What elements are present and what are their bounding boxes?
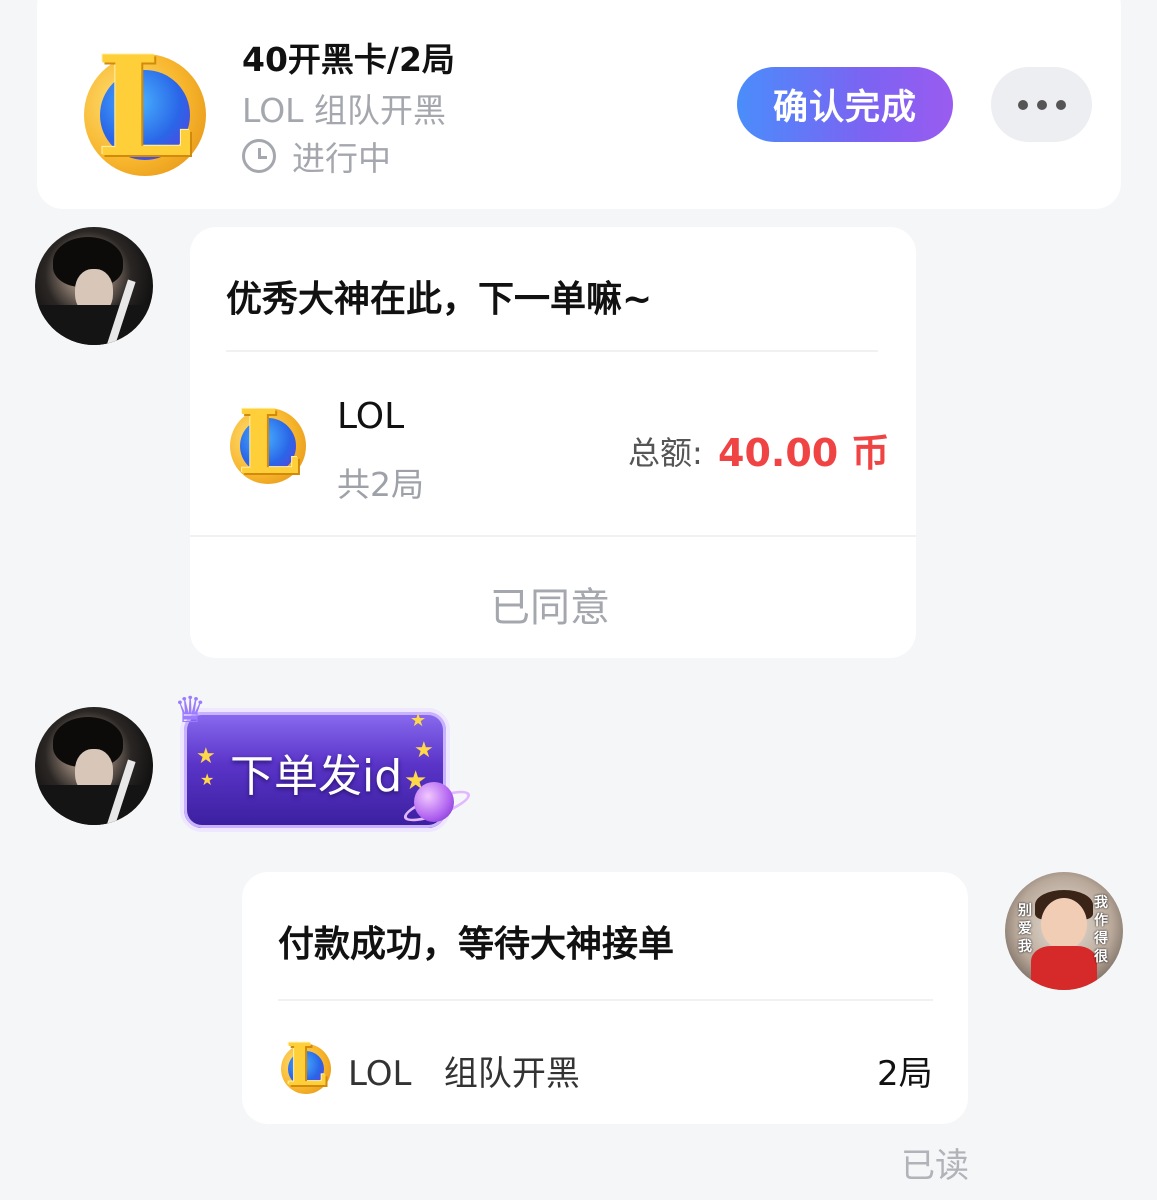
- clock-icon: [242, 139, 276, 173]
- total-label: 总额:: [628, 434, 703, 472]
- divider: [226, 350, 878, 352]
- planet-icon: [414, 782, 454, 822]
- payment-message-text: 付款成功，等待大神接单: [278, 924, 675, 965]
- sticker-text: 下单发id: [230, 751, 403, 802]
- lol-game-icon: L: [280, 1036, 334, 1094]
- payment-rounds: 2局: [877, 1054, 933, 1094]
- my-avatar[interactable]: 别爱我 我作得很: [1005, 872, 1123, 990]
- total-amount: 40.00 币: [718, 431, 890, 475]
- star-icon: ★: [414, 738, 434, 763]
- divider: [278, 999, 933, 1001]
- divider: [190, 535, 916, 537]
- confirm-complete-button[interactable]: 确认完成: [737, 67, 953, 142]
- god-avatar[interactable]: [35, 707, 153, 825]
- order-title: 40开黑卡/2局: [242, 40, 455, 79]
- more-dots-icon: [1017, 99, 1066, 110]
- more-options-button[interactable]: [991, 67, 1092, 142]
- avatar-caption-left: 别爱我: [1018, 903, 1032, 955]
- god-avatar[interactable]: [35, 227, 153, 345]
- lol-game-icon: L: [80, 38, 210, 176]
- invite-message-text: 优秀大神在此，下一单嘛~: [226, 279, 653, 320]
- crown-icon: ♛: [174, 690, 207, 731]
- order-game-category: LOL 组队开黑: [242, 91, 447, 130]
- star-icon: ★: [196, 744, 216, 769]
- read-status: 已读: [901, 1146, 969, 1186]
- star-icon: ★: [200, 770, 215, 789]
- order-status: 进行中: [242, 132, 391, 180]
- lol-game-icon: L: [228, 398, 310, 486]
- invite-rounds: 共2局: [337, 465, 424, 504]
- payment-game-line: LOL 组队开黑: [348, 1054, 580, 1094]
- order-status-text: 进行中: [292, 139, 391, 178]
- invite-game-name: LOL: [337, 396, 405, 437]
- star-icon: ★: [410, 710, 427, 731]
- agreed-button[interactable]: 已同意: [490, 575, 610, 633]
- avatar-caption-right: 我作得很: [1094, 895, 1108, 965]
